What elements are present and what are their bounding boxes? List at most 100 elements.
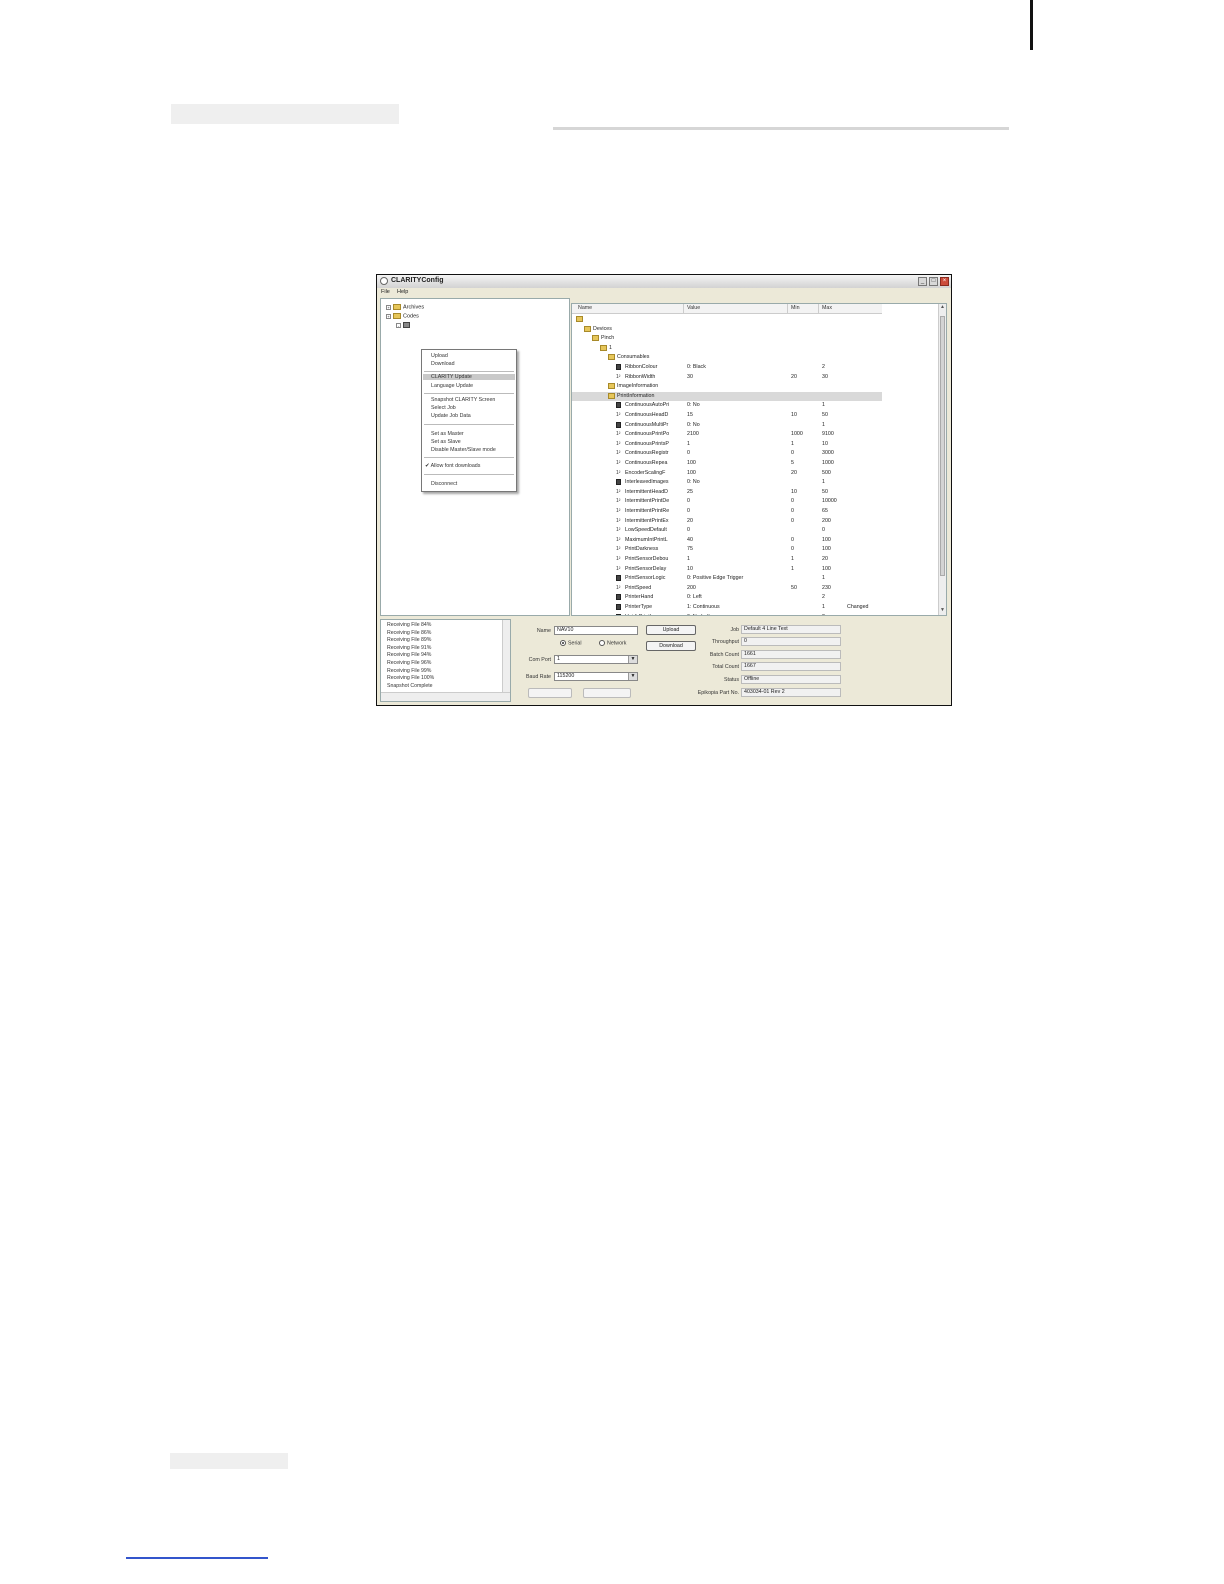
property-value[interactable]: 0: Black [687,364,706,370]
property-row[interactable]: PrintSensorLogic 0: Positive Edge Trigger… [572,574,882,583]
log-horizontal-scrollbar[interactable] [381,692,510,701]
menu-item-snapshot-clarity-screen[interactable]: Snapshot CLARITY Screen [431,397,495,403]
column-value[interactable]: Value [683,304,700,313]
collapse-icon[interactable]: - [396,322,401,328]
property-value[interactable]: 15 [687,412,693,418]
property-row[interactable]: RibbonColour 0: Black 2 [572,363,882,372]
scroll-down-icon[interactable]: ▼ [939,607,946,615]
menu-item-language-update[interactable]: Language Update [431,383,473,389]
menu-item-clarity-update[interactable]: CLARITY Update [423,374,515,380]
property-row[interactable]: 1² ContinuousRepea 100 5 1000 [572,459,882,468]
chevron-down-icon[interactable]: ▼ [628,656,637,663]
menu-item-upload[interactable]: Upload [431,353,448,359]
upload-button[interactable]: Upload [646,625,696,635]
property-value[interactable]: 100 [687,470,696,476]
expand-icon[interactable]: + [386,313,391,319]
column-name[interactable]: Name [578,305,592,311]
menu-item-disable-master-slave[interactable]: Disable Master/Slave mode [431,447,496,453]
download-button[interactable]: Download [646,641,696,651]
property-value[interactable]: 0: No Left [687,614,710,615]
baud-rate-select[interactable]: 115200 ▼ [554,672,638,681]
property-value[interactable]: 10 [687,566,693,572]
property-row[interactable]: 1² MaximumIntPrintL 40 0 100 [572,536,882,545]
property-row[interactable]: ImageInformation [572,382,882,391]
property-row[interactable]: UnidirPrintIn 0: No Left 2 [572,613,882,615]
property-value[interactable]: 75 [687,546,693,552]
property-row[interactable]: 1² IntermittentPrintDe 0 0 10000 [572,497,882,506]
property-row[interactable]: 1² RibbonWidth 30 20 30 [572,373,882,382]
property-value[interactable]: 1 [687,556,690,562]
menu-item-update-job-data[interactable]: Update Job Data [431,413,471,419]
radio-network-icon[interactable] [599,640,605,646]
property-value[interactable]: 100 [687,460,696,466]
property-row[interactable]: ContinuousMultiPr 0: No 1 [572,421,882,430]
log-pane[interactable]: Receiving File 84% Receiving File 86% Rece… [380,619,511,702]
scroll-thumb[interactable] [940,316,945,576]
property-row[interactable]: 1² LowSpeedDefault 0 0 [572,526,882,535]
property-row[interactable]: 1² ContinuousRegistr 0 0 3000 [572,449,882,458]
property-row[interactable]: 1 [572,344,882,353]
menu-help[interactable]: Help [397,289,408,295]
radio-serial-icon[interactable] [560,640,566,646]
menu-item-set-as-slave[interactable]: Set as Slave [431,439,461,445]
tree-node-printer[interactable]: - [396,322,412,328]
menu-item-allow-font-downloads[interactable]: ✔ Allow font downloads [425,463,480,469]
property-value[interactable]: 0 [687,498,690,504]
property-row[interactable]: 1² ContinuousPrintsP 1 1 10 [572,440,882,449]
property-value[interactable]: 0: No [687,422,700,428]
property-value[interactable]: 200 [687,585,696,591]
menu-item-disconnect[interactable]: Disconnect [431,481,457,487]
property-row[interactable]: PrintInformation [572,391,882,401]
disabled-button-1[interactable] [528,688,572,698]
property-value[interactable]: 0: Left [687,594,702,600]
disabled-button-2[interactable] [583,688,631,698]
property-value[interactable]: 1 [687,441,690,447]
menu-item-download[interactable]: Download [431,361,455,367]
properties-grid[interactable]: Name Value Min Max Devices Pinch 1 Consumab… [571,303,947,616]
serial-radio[interactable]: Serial [560,640,582,646]
property-row[interactable]: 1² IntermittentPrintRe 0 0 65 [572,507,882,516]
property-value[interactable]: 0: Positive Edge Trigger [687,575,743,581]
property-row[interactable]: Devices [572,325,882,334]
property-row[interactable]: 1² PrintSpeed 200 50 230 [572,584,882,593]
property-row[interactable]: 1² EncoderScalingF 100 20 500 [572,469,882,478]
tree-node-archives[interactable]: + Archives [386,304,424,310]
property-value[interactable]: 0 [687,527,690,533]
property-row[interactable]: 1² ContinuousPrintPo 2100 1000 9100 [572,430,882,439]
property-row[interactable]: 1² PrintDarkness 75 0 100 [572,545,882,554]
property-row[interactable]: 1² PrintSensorDebou 1 1 20 [572,555,882,564]
menu-item-set-as-master[interactable]: Set as Master [431,431,464,437]
property-row[interactable]: Consumables [572,353,882,362]
menu-item-select-job[interactable]: Select Job [431,405,456,411]
property-value[interactable]: 0 [687,508,690,514]
property-row[interactable]: InterleavedImages 0: No 1 [572,478,882,487]
com-port-select[interactable]: 1 ▼ [554,655,638,664]
maximize-button[interactable]: □ [929,277,938,286]
property-value[interactable]: 0: No [687,402,700,408]
property-value[interactable]: 0: No [687,479,700,485]
property-value[interactable]: 1: Continuous [687,604,720,610]
property-row[interactable] [572,315,882,324]
tree-node-codes[interactable]: + Codes [386,313,419,319]
property-value[interactable]: 40 [687,537,693,543]
property-value[interactable]: 25 [687,489,693,495]
device-tree[interactable]: + Archives + Codes - Upload Download CLARI… [380,298,570,616]
close-button[interactable]: × [940,277,949,286]
minimize-button[interactable]: _ [918,277,927,286]
property-row[interactable]: Pinch [572,334,882,343]
chevron-down-icon[interactable]: ▼ [628,673,637,680]
property-value[interactable]: 2100 [687,431,699,437]
expand-icon[interactable]: + [386,304,391,310]
property-value[interactable]: 0 [687,450,690,456]
property-row[interactable]: 1² PrintSensorDelay 10 1 100 [572,565,882,574]
scroll-up-icon[interactable]: ▲ [939,304,946,312]
property-value[interactable]: 20 [687,518,693,524]
property-row[interactable]: PrinterHand 0: Left 2 [572,593,882,602]
property-row[interactable]: PrinterType 1: Continuous 1 Changed [572,603,882,612]
network-radio[interactable]: Network [599,640,626,646]
vertical-scrollbar[interactable]: ▲ ▼ [938,304,946,615]
property-row[interactable]: 1² IntermittentHeadD 25 10 50 [572,488,882,497]
column-max[interactable]: Max [818,304,832,313]
property-value[interactable]: 30 [687,374,693,380]
property-row[interactable]: 1² ContinuousHeadD 15 10 50 [572,411,882,420]
